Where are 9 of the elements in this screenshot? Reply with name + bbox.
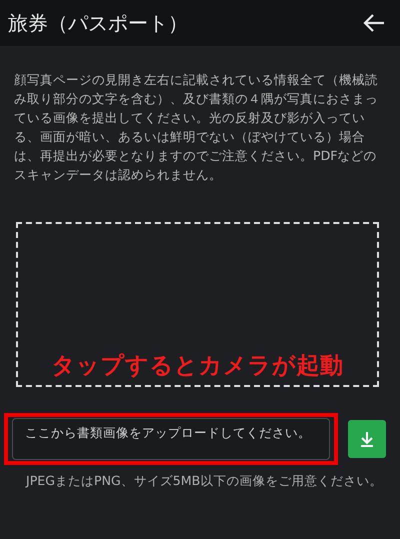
- page-title: 旅券（パスポート）: [8, 10, 188, 36]
- upload-field[interactable]: ここから書類画像をアップロードしてください。: [12, 418, 330, 460]
- annotation-text: タップするとカメラが起動: [52, 352, 344, 381]
- back-arrow-icon: [362, 13, 386, 33]
- file-requirements-text: JPEGまたはPNG、サイズ5MB以下の画像をご用意ください。: [26, 473, 384, 488]
- camera-drop-area[interactable]: タップするとカメラが起動: [16, 222, 379, 387]
- download-icon: [359, 431, 375, 447]
- download-button[interactable]: [348, 420, 386, 458]
- instructions-text: 顔写真ページの見開き左右に記載されている情報全て（機械読み取り部分の文字を含む）、及び書類の４隅が写真におさまっている画像を提出してください。光の反射及び影が入っている、画面が暗い、あるいは鮮明でない（ぼやけている）場合は、再提出が必要となりますのでご注意ください。PDFなどのスキャンデータは認められません。: [14, 71, 379, 184]
